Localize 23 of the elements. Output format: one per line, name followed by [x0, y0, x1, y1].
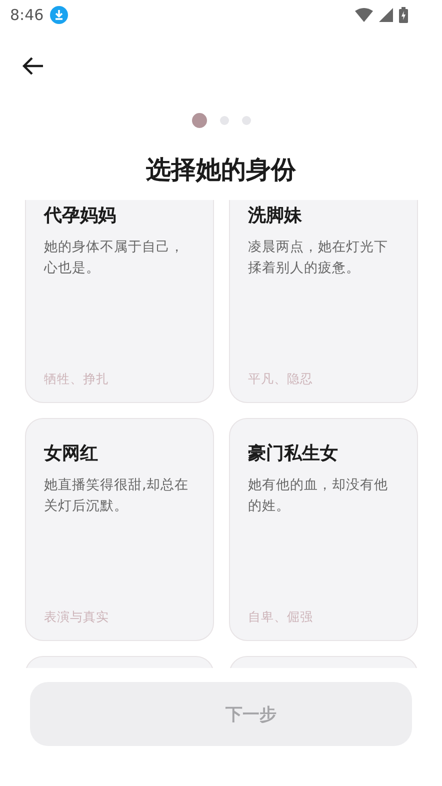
status-time: 8:46: [10, 6, 44, 24]
role-description: 她直播笑得很甜,却总在关灯后沉默。: [44, 476, 189, 516]
role-tags: 平凡、隐忍: [248, 371, 393, 388]
role-title: 女网红: [44, 442, 99, 465]
role-title: 豪门私生女: [248, 442, 339, 465]
role-tags: 牺牲、挣扎: [44, 371, 189, 388]
signal-icon: [379, 8, 393, 22]
battery-icon: [399, 7, 408, 23]
role-card[interactable]: 代孕妈妈 她的身体不属于自己，心也是。 牺牲、挣扎: [25, 200, 214, 403]
wifi-icon: [355, 8, 373, 22]
role-description: 她有他的血，却没有他的姓。: [248, 476, 389, 516]
back-icon[interactable]: [22, 56, 44, 76]
role-card[interactable]: 女网红 她直播笑得很甜,却总在关灯后沉默。 表演与真实: [25, 418, 214, 641]
role-title: 代孕妈妈: [44, 204, 117, 227]
role-tags: 表演与真实: [44, 609, 189, 626]
page-title: 选择她的身份: [145, 154, 297, 186]
role-card[interactable]: 洗脚妹 凌晨两点，她在灯光下揉着别人的疲惫。 平凡、隐忍: [229, 200, 418, 403]
role-description: 她的身体不属于自己，心也是。: [44, 238, 185, 278]
download-icon: [50, 6, 68, 24]
role-tags: 自卑、倔强: [248, 609, 393, 626]
role-card[interactable]: 豪门私生女 她有他的血，却没有他的姓。 自卑、倔强: [229, 418, 418, 641]
role-description: 凌晨两点，她在灯光下揉着别人的疲惫。: [248, 238, 389, 278]
role-title: 洗脚妹: [248, 204, 303, 227]
